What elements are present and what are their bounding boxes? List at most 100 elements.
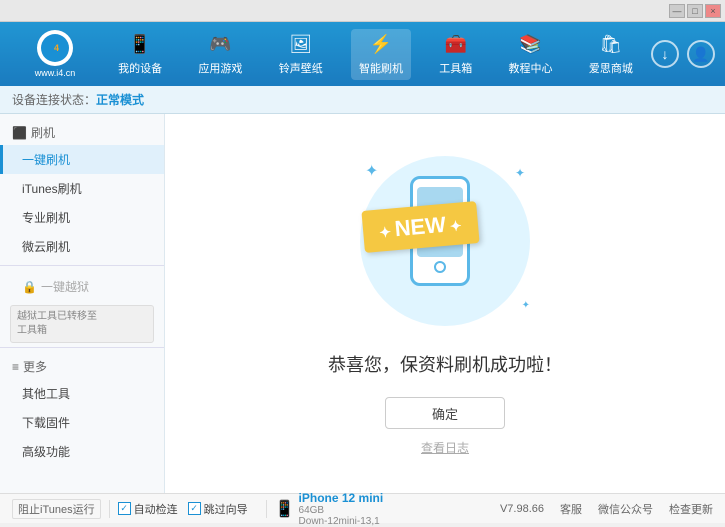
user-button[interactable]: 👤: [687, 40, 715, 68]
flash-section-label: 刷机: [31, 124, 55, 141]
status-label: 设备连接状态：: [12, 91, 96, 108]
nav-my-device[interactable]: 📱 我的设备: [110, 29, 170, 80]
checkbox-group: 自动检连 跳过向导: [118, 501, 248, 517]
close-button[interactable]: ×: [705, 4, 721, 18]
itunes-stop-button[interactable]: 阻止iTunes运行: [12, 499, 101, 519]
new-badge: NEW: [363, 206, 478, 248]
customer-service-link[interactable]: 客服: [560, 501, 582, 517]
flash-section-icon: ⬛: [12, 126, 27, 140]
content-area: ✦ ✦ ✦ NEW 恭喜您，保资料刷机成功啦！ 确定 查看日志: [165, 114, 725, 493]
main: ⬛ 刷机 一键刷机 iTunes刷机 专业刷机 微云刷机 🔒 一键越狱: [0, 114, 725, 493]
status-value: 正常模式: [96, 91, 144, 108]
nav-apps-games[interactable]: 🎮 应用游戏: [190, 29, 250, 80]
device-storage: 64GB: [299, 505, 384, 516]
minimize-button[interactable]: —: [669, 4, 685, 18]
logo-circle: i4: [37, 30, 73, 66]
sidebar-item-micro-flash[interactable]: 微云刷机: [0, 232, 164, 261]
nav-items: 📱 我的设备 🎮 应用游戏 🖼 铃声壁纸 ⚡ 智能刷机 🧰 工具箱 📚 教程中心…: [100, 29, 651, 80]
wechat-link[interactable]: 微信公众号: [598, 501, 653, 517]
bottom-divider-2: [266, 500, 267, 518]
bottom-right: V7.98.66 客服 微信公众号 检查更新: [500, 501, 713, 517]
nav-shop-label: 爱思商城: [589, 60, 633, 76]
sidebar-more-header: ≡ 更多: [0, 354, 164, 379]
one-click-flash-label: 一键刷机: [22, 153, 70, 167]
device-model: Down-12mini-13,1: [299, 516, 384, 527]
nav-toolbox-label: 工具箱: [439, 60, 472, 76]
device-icon: 📱: [275, 499, 295, 519]
sidebar-item-one-click-flash[interactable]: 一键刷机: [0, 145, 164, 174]
sidebar-section-jailbreak: 🔒 一键越狱 越狱工具已转移至工具箱: [0, 272, 164, 343]
itunes-stop-label: 阻止iTunes运行: [18, 501, 95, 517]
bottom-divider-1: [109, 500, 110, 518]
sidebar-section-flash: ⬛ 刷机 一键刷机 iTunes刷机 专业刷机 微云刷机: [0, 120, 164, 261]
auto-connect-label: 自动检连: [134, 501, 178, 517]
confirm-button[interactable]: 确定: [385, 397, 505, 429]
sparkle-3: ✦: [522, 300, 530, 311]
lock-icon: 🔒: [22, 280, 37, 294]
version-label: V7.98.66: [500, 503, 544, 515]
sidebar-divider-2: [0, 347, 164, 348]
nav-toolbox[interactable]: 🧰 工具箱: [431, 29, 480, 80]
nav-ringtones[interactable]: 🖼 铃声壁纸: [271, 29, 331, 80]
check-update-link[interactable]: 检查更新: [669, 501, 713, 517]
daily-link[interactable]: 查看日志: [421, 439, 469, 456]
nav-right: ↓ 👤: [651, 40, 715, 68]
device-name: iPhone 12 mini: [299, 491, 384, 505]
sidebar: ⬛ 刷机 一键刷机 iTunes刷机 专业刷机 微云刷机 🔒 一键越狱: [0, 114, 165, 493]
header: i4 www.i4.cn 📱 我的设备 🎮 应用游戏 🖼 铃声壁纸 ⚡ 智能刷机…: [0, 22, 725, 86]
advanced-label: 高级功能: [22, 445, 70, 459]
sidebar-item-advanced[interactable]: 高级功能: [0, 437, 164, 466]
phone-home-button: [434, 261, 446, 273]
nav-tutorials-label: 教程中心: [509, 60, 553, 76]
bottombar: 阻止iTunes运行 自动检连 跳过向导 📱 iPhone 12 mini 64…: [0, 493, 725, 523]
device-section: iPhone 12 mini 64GB Down-12mini-13,1: [299, 491, 384, 527]
sidebar-jailbreak-header: 🔒 一键越狱: [0, 272, 164, 301]
sidebar-item-download-firmware[interactable]: 下载固件: [0, 408, 164, 437]
maximize-button[interactable]: □: [687, 4, 703, 18]
nav-smart-flash[interactable]: ⚡ 智能刷机: [351, 29, 411, 80]
nav-shop[interactable]: 🛍 爱思商城: [581, 29, 641, 80]
success-message: 恭喜您，保资料刷机成功啦！: [328, 351, 562, 377]
nav-smart-flash-label: 智能刷机: [359, 60, 403, 76]
download-button[interactable]: ↓: [651, 40, 679, 68]
statusbar: 设备连接状态： 正常模式: [0, 86, 725, 114]
jailbreak-label: 一键越狱: [41, 278, 89, 295]
sidebar-divider-1: [0, 265, 164, 266]
logo-text: www.i4.cn: [35, 68, 76, 78]
more-section-icon: ≡: [12, 360, 19, 374]
new-ribbon-text: NEW: [361, 201, 479, 253]
flash-icon: ⚡: [369, 33, 393, 57]
nav-apps-games-label: 应用游戏: [198, 60, 242, 76]
guide-box[interactable]: [188, 502, 201, 515]
success-illustration: ✦ ✦ ✦ NEW: [345, 151, 545, 331]
sparkle-2: ✦: [515, 166, 525, 180]
bottom-left: 阻止iTunes运行 自动检连 跳过向导 📱 iPhone 12 mini 64…: [12, 491, 383, 527]
sidebar-flash-header: ⬛ 刷机: [0, 120, 164, 145]
sidebar-section-more: ≡ 更多 其他工具 下载固件 高级功能: [0, 354, 164, 466]
itunes-flash-label: iTunes刷机: [22, 182, 82, 196]
sidebar-item-other-tools[interactable]: 其他工具: [0, 379, 164, 408]
nav-tutorials[interactable]: 📚 教程中心: [501, 29, 561, 80]
download-firmware-label: 下载固件: [22, 416, 70, 430]
phone-icon: 📱: [128, 33, 152, 57]
sparkle-1: ✦: [365, 161, 378, 181]
nav-ringtones-label: 铃声壁纸: [279, 60, 323, 76]
micro-flash-label: 微云刷机: [22, 240, 70, 254]
more-section-label: 更多: [23, 358, 47, 375]
sidebar-item-pro-flash[interactable]: 专业刷机: [0, 203, 164, 232]
titlebar: — □ ×: [0, 0, 725, 22]
pro-flash-label: 专业刷机: [22, 211, 70, 225]
tools-icon: 🧰: [444, 33, 468, 57]
logo-icon: i4: [41, 34, 69, 62]
auto-connect-box[interactable]: [118, 502, 131, 515]
guide-label: 跳过向导: [204, 501, 248, 517]
other-tools-label: 其他工具: [22, 387, 70, 401]
guide-checkbox[interactable]: 跳过向导: [188, 501, 248, 517]
auto-connect-checkbox[interactable]: 自动检连: [118, 501, 178, 517]
jailbreak-warning-text: 越狱工具已转移至工具箱: [17, 311, 97, 336]
sidebar-item-itunes-flash[interactable]: iTunes刷机: [0, 174, 164, 203]
tutorial-icon: 📚: [519, 33, 543, 57]
sidebar-jailbreak-warning: 越狱工具已转移至工具箱: [10, 305, 154, 343]
shop-icon: 🛍: [599, 33, 623, 57]
logo-area: i4 www.i4.cn: [10, 30, 100, 78]
